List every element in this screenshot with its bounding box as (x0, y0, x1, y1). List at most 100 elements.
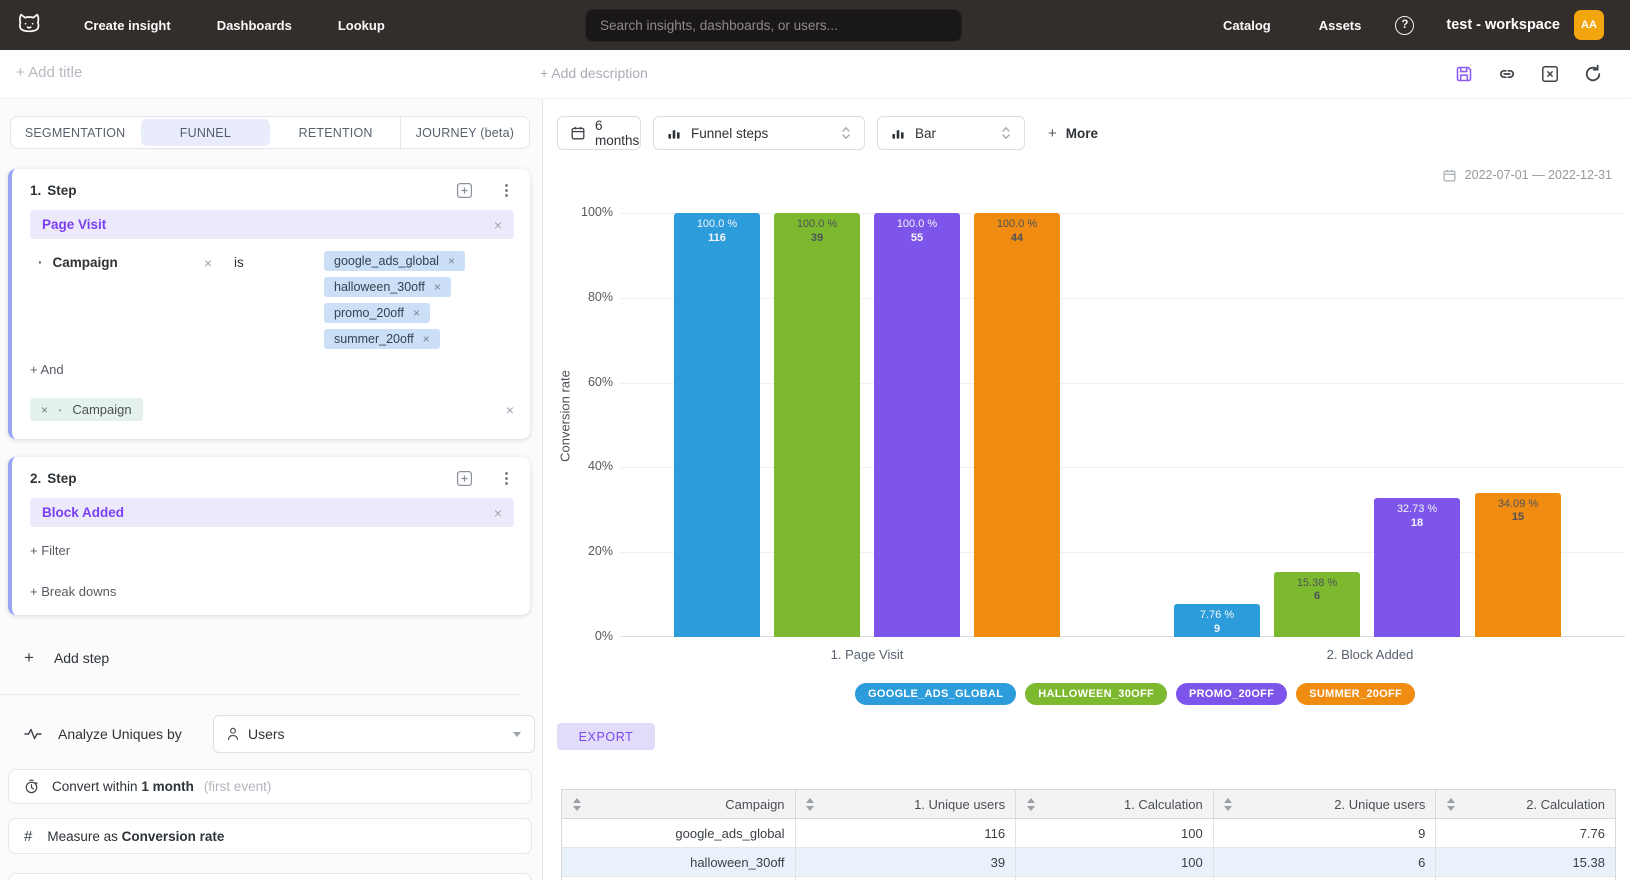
column-header-campaign[interactable]: Campaign (562, 790, 796, 818)
collapsed-setting-card[interactable] (8, 873, 532, 880)
export-button[interactable]: EXPORT (557, 723, 655, 750)
save-icon[interactable] (1454, 64, 1474, 84)
nav-lookup[interactable]: Lookup (338, 18, 385, 33)
step-menu-icon[interactable]: ⋮ (499, 474, 514, 484)
column-header-unique-users-2[interactable]: 2. Unique users (1214, 790, 1437, 818)
tab-segmentation[interactable]: SEGMENTATION (11, 117, 139, 148)
y-tick-label: 80% (568, 290, 613, 304)
chevron-down-icon (513, 732, 521, 737)
remove-value-icon[interactable]: × (423, 332, 430, 346)
insight-header-bar: + Add title + Add description (0, 50, 1630, 99)
cell-unique-users-1: 39 (796, 848, 1017, 876)
legend-chip[interactable]: GOOGLE_ADS_GLOBAL (855, 683, 1016, 705)
column-header-calculation-2[interactable]: 2. Calculation (1436, 790, 1615, 818)
chart-type-select[interactable]: Bar (877, 116, 1025, 150)
nav-dashboards[interactable]: Dashboards (217, 18, 292, 33)
convert-within-setting[interactable]: Convert within 1 month (first event) (8, 769, 532, 804)
remove-breakdown-row-icon[interactable]: × (506, 402, 514, 418)
add-step-button[interactable]: + Add step (24, 648, 109, 668)
more-options-button[interactable]: + More (1048, 125, 1098, 142)
active-date-range[interactable]: 2022-07-01 — 2022-12-31 (1443, 168, 1612, 182)
y-tick-label: 20% (568, 544, 613, 558)
add-title-field[interactable]: + Add title (16, 64, 82, 81)
remove-event-icon[interactable]: × (494, 217, 502, 233)
nav-create-insight[interactable]: Create insight (84, 18, 171, 33)
help-icon[interactable]: ? (1395, 16, 1414, 35)
breakdown-chip[interactable]: × · Campaign (30, 398, 143, 421)
search-input[interactable] (585, 9, 962, 42)
chart-controls: 6 months Funnel steps (557, 116, 1098, 150)
step-menu-icon[interactable]: ⋮ (499, 186, 514, 196)
filter-value-chip[interactable]: google_ads_global × (324, 251, 465, 271)
add-breakdowns-link[interactable]: + Break downs (30, 584, 514, 599)
date-range-button[interactable]: 6 months (557, 116, 641, 150)
sort-icon[interactable] (1446, 798, 1455, 811)
sort-icon[interactable] (806, 798, 815, 811)
funnel-bar[interactable]: 15.38 % 6 (1274, 572, 1360, 637)
refresh-icon[interactable] (1583, 64, 1603, 84)
remove-event-icon[interactable]: × (494, 505, 502, 521)
step-1-event-select[interactable]: Page Visit × (30, 210, 514, 239)
remove-value-icon[interactable]: × (413, 306, 420, 320)
duplicate-step-icon[interactable] (456, 182, 473, 199)
tab-journey[interactable]: JOURNEY (beta) (400, 117, 529, 148)
duplicate-step-icon[interactable] (456, 470, 473, 487)
sort-icon[interactable] (1224, 798, 1233, 811)
workspace-switcher[interactable]: test - workspace (1446, 17, 1560, 33)
sort-icon[interactable] (572, 798, 581, 811)
display-mode-select[interactable]: Funnel steps (653, 116, 865, 150)
person-icon (227, 727, 239, 741)
sort-icon[interactable] (1026, 798, 1035, 811)
analyze-label: Analyze Uniques by (58, 726, 182, 742)
add-description-field[interactable]: + Add description (540, 65, 648, 81)
add-and-condition[interactable]: + And (30, 362, 514, 377)
chart-legend: GOOGLE_ADS_GLOBAL HALLOWEEN_30OFF PROMO_… (855, 683, 1415, 705)
analyze-entity-select[interactable]: Users (213, 715, 535, 753)
y-tick-label: 60% (568, 375, 613, 389)
step-2-event-select[interactable]: Block Added × (30, 498, 514, 527)
funnel-bar-plot: 100.0 % 116 100.0 % 39 100.0 % 55 100.0 … (620, 213, 1625, 637)
cat-logo-icon[interactable] (14, 10, 44, 40)
copy-link-icon[interactable] (1497, 64, 1517, 84)
calendar-icon (571, 126, 585, 140)
remove-value-icon[interactable]: × (448, 254, 455, 268)
filter-value-chip[interactable]: halloween_30off × (324, 277, 451, 297)
funnel-bar[interactable]: 100.0 % 55 (874, 213, 960, 637)
measure-as-setting[interactable]: # Measure as Conversion rate (8, 818, 532, 854)
nav-catalog[interactable]: Catalog (1223, 18, 1271, 33)
table-row: google_ads_global 116 100 9 7.76 (562, 819, 1615, 848)
x-axis-category-label: 1. Page Visit (831, 647, 904, 662)
funnel-bar[interactable]: 100.0 % 44 (974, 213, 1060, 637)
funnel-bar[interactable]: 100.0 % 39 (774, 213, 860, 637)
filter-value-label: summer_20off (334, 332, 414, 346)
remove-value-icon[interactable]: × (434, 280, 441, 294)
step-1-number: 1. (30, 183, 41, 198)
step-card-2: 2. Step ⋮ Block Added × + Filter + Break… (8, 457, 530, 615)
nav-assets[interactable]: Assets (1319, 18, 1362, 33)
activity-icon (24, 728, 42, 740)
legend-chip[interactable]: SUMMER_20OFF (1296, 683, 1415, 705)
legend-chip[interactable]: HALLOWEEN_30OFF (1025, 683, 1167, 705)
filter-operator[interactable]: is (234, 251, 310, 270)
tab-funnel[interactable]: FUNNEL (141, 119, 269, 146)
filter-property[interactable]: ·Campaign (30, 251, 204, 270)
column-header-calculation-1[interactable]: 1. Calculation (1016, 790, 1214, 818)
filter-value-chip[interactable]: promo_20off × (324, 303, 430, 323)
chevron-updown-icon (841, 125, 851, 141)
remove-filter-icon[interactable]: × (204, 251, 234, 271)
remove-breakdown-icon[interactable]: × (41, 403, 48, 417)
close-square-icon[interactable] (1540, 64, 1560, 84)
funnel-bar[interactable]: 34.09 % 15 (1475, 493, 1561, 638)
funnel-bar[interactable]: 32.73 % 18 (1374, 498, 1460, 637)
step-2-number: 2. (30, 471, 41, 486)
funnel-bar[interactable]: 7.76 % 9 (1174, 604, 1260, 637)
avatar[interactable]: AA (1574, 10, 1604, 40)
cell-calculation-1: 100 (1016, 848, 1214, 876)
tab-retention[interactable]: RETENTION (272, 117, 400, 148)
column-header-unique-users-1[interactable]: 1. Unique users (796, 790, 1017, 818)
add-filter-link[interactable]: + Filter (30, 543, 514, 558)
funnel-bar[interactable]: 100.0 % 116 (674, 213, 760, 637)
legend-chip[interactable]: PROMO_20OFF (1176, 683, 1287, 705)
step-2-event-name: Block Added (42, 505, 124, 520)
filter-value-chip[interactable]: summer_20off × (324, 329, 440, 349)
